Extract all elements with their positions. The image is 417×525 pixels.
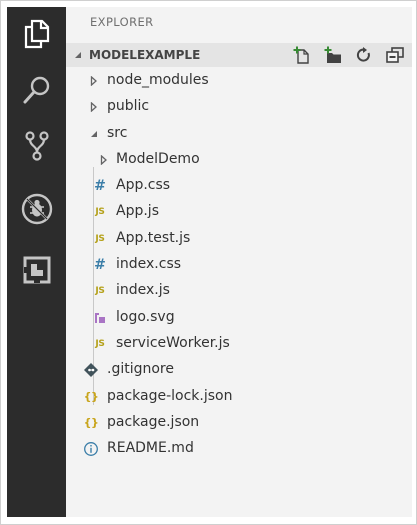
js-file-icon: JS	[95, 286, 105, 297]
json-file-icon: {}	[83, 390, 99, 404]
tree-item-public[interactable]: public	[66, 94, 412, 120]
workspace-title: MODELEXAMPLE	[89, 48, 201, 62]
tree-item-label: node_modules	[107, 72, 209, 88]
refresh-icon	[356, 47, 370, 62]
sidebar-title: EXPLORER	[90, 15, 154, 29]
chevron-down-icon	[91, 130, 97, 137]
info-icon	[84, 442, 98, 457]
tree-item-label: package-lock.json	[107, 387, 233, 404]
window-frame: EXPLORER MODELEXAMPLE node_modules publi…	[0, 0, 417, 525]
tree-item-app-css[interactable]: # App.css	[66, 173, 412, 199]
file-tree: node_modules public src ModelDemo # App.…	[66, 68, 412, 462]
activity-search[interactable]	[7, 65, 66, 115]
tree-item-label: README.md	[107, 440, 194, 457]
tree-item-label: index.js	[116, 282, 170, 299]
tree-item-serviceworker-js[interactable]: JS serviceWorker.js	[66, 331, 412, 357]
activity-extensions[interactable]	[7, 245, 66, 295]
workspace-section-header[interactable]: MODELEXAMPLE	[66, 43, 412, 67]
css-file-icon: #	[94, 257, 106, 274]
tree-item-node-modules[interactable]: node_modules	[66, 68, 412, 94]
collapse-all-icon	[386, 47, 404, 63]
tree-item-label: public	[107, 98, 150, 115]
tree-item-index-css[interactable]: # index.css	[66, 252, 412, 278]
chevron-right-icon	[90, 102, 97, 113]
tree-item-src[interactable]: src	[66, 121, 412, 147]
activity-explorer[interactable]	[7, 9, 66, 59]
git-file-icon	[84, 363, 98, 378]
tree-item-label: logo.svg	[116, 308, 175, 325]
tree-item-label: ModelDemo	[116, 150, 200, 167]
tree-item-app-js[interactable]: JS App.js	[66, 199, 412, 225]
tree-item-modeldemo[interactable]: ModelDemo	[66, 147, 412, 173]
chevron-right-icon	[90, 76, 97, 86]
explorer-sidebar: EXPLORER MODELEXAMPLE node_modules publi…	[66, 7, 412, 517]
extensions-icon	[23, 256, 50, 284]
chevron-down-icon	[75, 52, 81, 58]
new-file-button[interactable]	[291, 45, 313, 65]
tree-item-package-json[interactable]: {} package.json	[66, 410, 412, 436]
tree-item-label: .gitignore	[107, 361, 174, 378]
debug-icon	[21, 193, 52, 225]
js-file-icon: JS	[95, 338, 105, 349]
refresh-button[interactable]	[353, 45, 375, 65]
tree-item-label: App.js	[116, 203, 159, 220]
activity-source-control[interactable]	[7, 121, 66, 171]
svg-file-icon	[95, 312, 105, 323]
tree-item-label: index.css	[116, 256, 182, 273]
files-icon	[24, 19, 49, 49]
tree-item-package-lock-json[interactable]: {} package-lock.json	[66, 384, 412, 410]
tree-item-logo-svg[interactable]: logo.svg	[66, 305, 412, 331]
tree-item-label: package.json	[107, 413, 200, 430]
section-actions	[291, 45, 406, 65]
json-file-icon: {}	[83, 416, 99, 430]
tree-item-readme-md[interactable]: README.md	[66, 436, 412, 462]
css-file-icon: #	[94, 178, 106, 195]
search-icon	[23, 76, 49, 104]
tree-item-label: App.css	[116, 177, 171, 194]
tree-item-label: serviceWorker.js	[116, 334, 230, 351]
chevron-right-icon	[100, 154, 107, 165]
activity-debug[interactable]	[7, 184, 66, 234]
new-folder-icon	[324, 46, 341, 63]
new-folder-button[interactable]	[322, 45, 344, 65]
new-file-icon	[293, 46, 309, 64]
js-file-icon: JS	[95, 233, 105, 244]
tree-item-label: App.test.js	[116, 229, 191, 246]
collapse-all-button[interactable]	[384, 45, 406, 65]
tree-item-gitignore[interactable]: .gitignore	[66, 357, 412, 383]
tree-item-index-js[interactable]: JS index.js	[66, 278, 412, 304]
activity-bar	[7, 7, 66, 517]
source-control-icon	[24, 131, 49, 161]
js-file-icon: JS	[95, 207, 105, 218]
tree-item-app-test-js[interactable]: JS App.test.js	[66, 226, 412, 252]
tree-item-label: src	[107, 124, 128, 141]
